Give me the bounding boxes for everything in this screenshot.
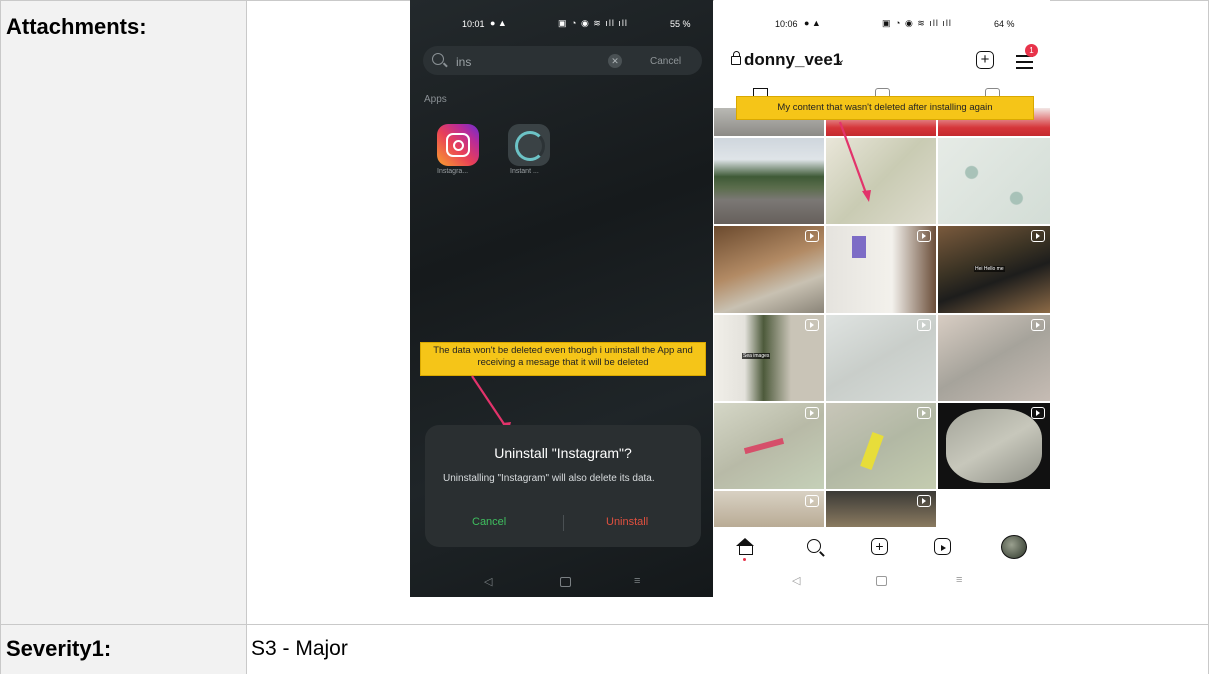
home-icon-body [739, 546, 753, 555]
post-tile-row3-col2[interactable] [938, 315, 1050, 401]
post-tile-row1-col2[interactable] [938, 138, 1050, 224]
dialog-cancel-button[interactable]: Cancel [472, 516, 506, 528]
post-tile-row2-col1[interactable] [826, 226, 936, 313]
reels-icon-play [941, 545, 946, 551]
post-tile-row4-col0[interactable] [714, 403, 824, 489]
recents-nav-icon[interactable]: ≡ [956, 574, 962, 586]
annotation-callout-content: My content that wasn't deleted after ins… [736, 96, 1034, 120]
menu-icon-mid [1016, 61, 1033, 63]
app-label-instagram: Instagra... [437, 168, 469, 175]
home-nav-icon[interactable] [560, 577, 571, 587]
create-icon[interactable]: + [871, 538, 888, 555]
screenshot-instagram-profile: 10:06 ● ▲ ▣ ◔ ◉ ≋ ıll ıll 64 % donny_vee… [714, 0, 1050, 597]
post-tile-row1-col0[interactable] [714, 138, 824, 224]
post-tile-row2-col2[interactable]: Hei Hello me [938, 226, 1050, 313]
table-border-middle [246, 0, 247, 674]
screenshot-uninstall-dialog: 10:01 ● ▲ ▣ ◔ ◉ ≋ ıll ıll 55 % ins ✕ Can… [410, 0, 713, 597]
search-input[interactable]: ins [456, 55, 471, 69]
instagram-app-icon[interactable] [437, 124, 479, 166]
home-icon[interactable] [736, 538, 754, 546]
post-tile-row2-col0[interactable] [714, 226, 824, 313]
apps-heading: Apps [424, 94, 447, 105]
table-border-left [0, 0, 1, 674]
severity-label: Severity1: [6, 636, 112, 661]
back-nav-icon[interactable]: ◁ [792, 574, 800, 587]
lock-icon-shackle [732, 51, 740, 57]
status-icons: ● ▲ [490, 18, 507, 28]
clear-search-icon[interactable]: ✕ [608, 54, 622, 68]
lock-icon [731, 56, 741, 65]
status-battery: 55 % [670, 19, 691, 29]
tile-caption: Hei Hello me [974, 266, 1005, 272]
status-icons: ● ▲ [804, 18, 821, 28]
home-active-dot [743, 558, 746, 561]
post-tile-row3-col0[interactable]: Sea images [714, 315, 824, 401]
search-cancel-button[interactable]: Cancel [650, 56, 681, 67]
status-indicators: ▣ ◔ ◉ ≋ ıll ıll [882, 18, 952, 28]
status-indicators: ▣ ◔ ◉ ≋ ıll ıll [558, 18, 628, 28]
status-time: 10:01 [462, 19, 485, 29]
post-tile-row4-col1[interactable] [826, 403, 936, 489]
post-tile-row4-col2[interactable] [938, 403, 1050, 489]
annotation-arrow [838, 121, 871, 202]
tile-caption: Sea images [742, 353, 771, 359]
table-row-divider [0, 624, 1209, 625]
recents-nav-icon[interactable]: ≡ [634, 575, 640, 587]
status-battery: 64 % [994, 19, 1015, 29]
status-time: 10:06 [775, 19, 798, 29]
severity-value: S3 - Major [251, 637, 348, 660]
username[interactable]: donny_vee1 [744, 50, 842, 70]
notification-badge: 1 [1025, 44, 1038, 57]
post-tile-row3-col1[interactable] [826, 315, 936, 401]
dialog-message: Uninstalling "Instagram" will also delet… [443, 473, 655, 484]
post-tile-row5-col0[interactable] [714, 491, 824, 527]
app-label-instant: Instant ... [510, 168, 539, 175]
create-post-icon[interactable]: + [976, 51, 994, 69]
attachments-label: Attachments: [6, 14, 147, 39]
instant-app-icon[interactable] [508, 124, 550, 166]
dialog-uninstall-button[interactable]: Uninstall [606, 516, 648, 528]
profile-avatar[interactable] [1001, 535, 1027, 559]
attachments-label-cell [0, 0, 246, 624]
chevron-down-icon[interactable]: ⌄ [836, 53, 845, 66]
dialog-button-divider [563, 515, 564, 531]
back-nav-icon[interactable]: ◁ [484, 575, 492, 588]
home-nav-icon[interactable] [876, 576, 887, 586]
post-tile-row5-col1[interactable] [826, 491, 936, 527]
dialog-title: Uninstall "Instagram"? [494, 445, 632, 461]
